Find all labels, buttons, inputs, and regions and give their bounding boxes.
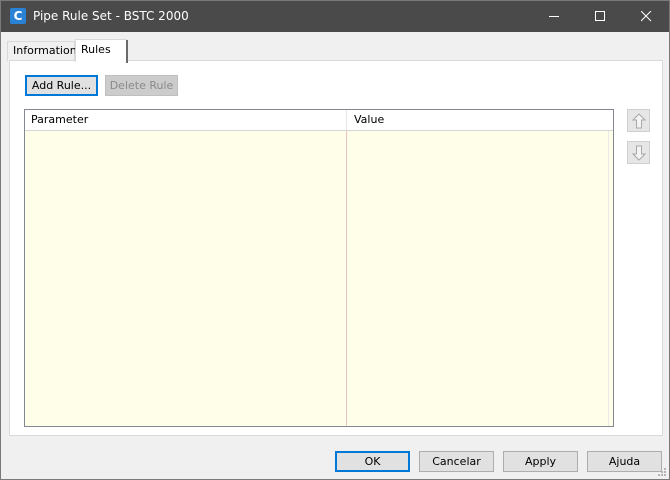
column-header-value[interactable]: Value bbox=[347, 110, 611, 130]
cancel-button[interactable]: Cancelar bbox=[419, 451, 494, 472]
arrow-down-icon bbox=[632, 145, 646, 161]
rules-panel: Add Rule... Delete Rule Parameter Value bbox=[9, 60, 663, 436]
window-title: Pipe Rule Set - BSTC 2000 bbox=[33, 9, 189, 23]
resize-grip-icon[interactable] bbox=[657, 467, 667, 477]
minimize-button[interactable] bbox=[531, 1, 577, 32]
tab-rules[interactable]: Rules bbox=[75, 39, 128, 63]
app-logo-icon: C bbox=[10, 8, 26, 24]
rules-grid[interactable]: Parameter Value bbox=[24, 109, 614, 427]
title-bar[interactable]: C Pipe Rule Set - BSTC 2000 bbox=[1, 1, 669, 32]
apply-button[interactable]: Apply bbox=[503, 451, 578, 472]
column-divider bbox=[346, 131, 347, 426]
minimize-icon bbox=[549, 16, 559, 17]
move-up-button[interactable] bbox=[627, 109, 650, 132]
maximize-button[interactable] bbox=[577, 1, 623, 32]
grid-body[interactable] bbox=[25, 131, 613, 426]
arrow-up-icon bbox=[632, 113, 646, 129]
help-button[interactable]: Ajuda bbox=[587, 451, 662, 472]
grid-right-edge bbox=[608, 131, 613, 426]
grid-header: Parameter Value bbox=[25, 110, 613, 131]
add-rule-button[interactable]: Add Rule... bbox=[25, 75, 98, 96]
ok-button[interactable]: OK bbox=[335, 451, 410, 472]
tab-strip: Information Rules bbox=[7, 39, 667, 63]
close-icon bbox=[641, 11, 652, 22]
delete-rule-button[interactable]: Delete Rule bbox=[105, 75, 178, 96]
column-header-parameter[interactable]: Parameter bbox=[25, 110, 347, 130]
tab-information[interactable]: Information bbox=[7, 41, 77, 61]
maximize-icon bbox=[595, 11, 605, 21]
dialog-window: C Pipe Rule Set - BSTC 2000 Information … bbox=[0, 0, 670, 480]
close-button[interactable] bbox=[623, 1, 669, 32]
move-down-button[interactable] bbox=[627, 141, 650, 164]
